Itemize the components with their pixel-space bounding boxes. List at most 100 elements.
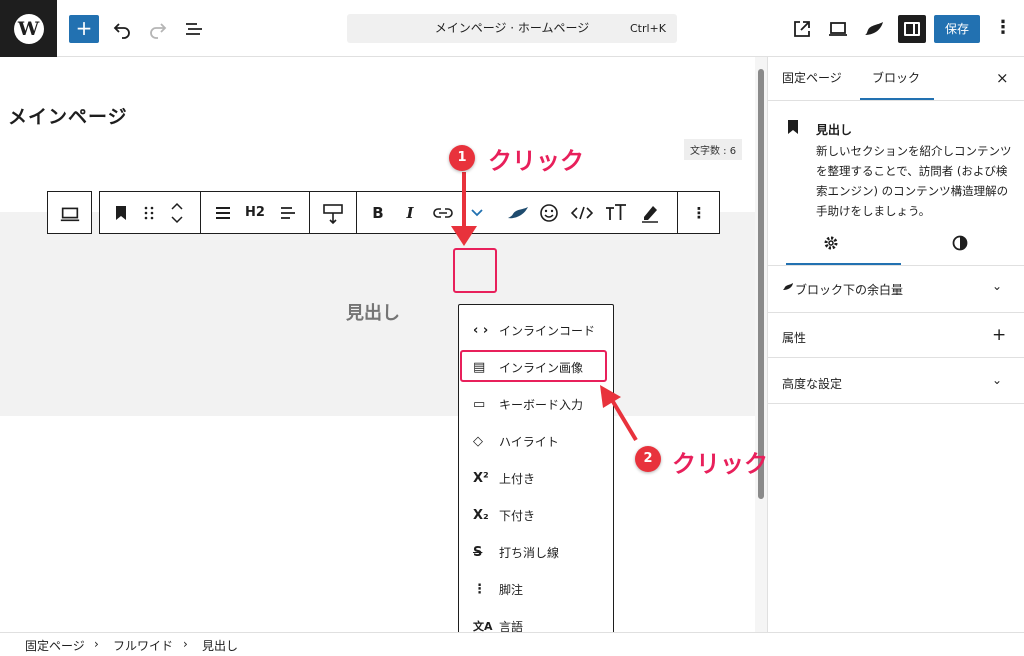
close-sidebar-button[interactable]: ×	[996, 69, 1009, 87]
divider	[768, 265, 1024, 266]
document-overview-icon[interactable]	[182, 17, 206, 41]
plugin-leaf-icon	[783, 283, 793, 290]
link-icon[interactable]	[430, 192, 456, 233]
breadcrumb: 固定ページ › フルワイド › 見出し	[0, 632, 1024, 656]
chevron-highlight-box	[453, 248, 497, 293]
highlight-pen-icon[interactable]	[636, 192, 664, 233]
dropdown-item-label: 打ち消し線	[499, 545, 560, 560]
dropdown-item-label: インラインコード	[499, 323, 596, 338]
block-toolbar: H2 B I ⋮	[99, 191, 720, 234]
superscript-icon: X²	[473, 470, 489, 486]
redo-icon[interactable]	[146, 17, 170, 41]
dropdown-item-label: キーボード入力	[499, 397, 584, 412]
dropdown-item-label: ハイライト	[499, 434, 559, 449]
parent-group-icon	[60, 207, 80, 222]
emoji-icon[interactable]	[536, 192, 562, 233]
chevron-down-icon: ⌄	[992, 373, 1003, 387]
code-brackets-icon: ‹ ›	[473, 322, 489, 338]
footnote-icon: ⋮	[473, 581, 486, 597]
step-1-badge: 1	[449, 145, 475, 171]
drag-handle-icon[interactable]	[140, 192, 158, 233]
strikethrough-icon: S	[473, 544, 483, 560]
breadcrumb-separator: ›	[183, 637, 188, 651]
move-up-down-icon[interactable]	[166, 192, 188, 233]
breadcrumb-item-heading[interactable]: 見出し	[202, 637, 238, 654]
dropdown-item-label: 脚注	[499, 582, 524, 597]
tab-block[interactable]: ブロック	[872, 57, 920, 100]
code-icon[interactable]	[568, 192, 596, 233]
align-icon[interactable]	[210, 192, 236, 233]
highlight-drop-icon: ◇	[473, 433, 483, 449]
divider	[768, 312, 1024, 313]
char-count-badge: 文字数 : 6	[684, 139, 743, 160]
dropdown-item-superscript[interactable]: X² 上付き	[473, 466, 535, 490]
subscript-icon: X₂	[473, 507, 489, 523]
italic-button[interactable]: I	[398, 192, 422, 233]
divider	[768, 403, 1024, 404]
breadcrumb-item-page[interactable]: 固定ページ	[25, 637, 85, 654]
step-2-badge: 2	[635, 446, 661, 472]
command-shortcut: Ctrl+K	[629, 22, 666, 35]
heading-level-button[interactable]: H2	[242, 192, 268, 233]
styles-contrast-icon[interactable]	[952, 235, 968, 251]
editor-header: W + メインページ · ホームページ Ctrl+K 保存 ⋮	[0, 0, 1024, 57]
options-menu-button[interactable]: ⋮	[994, 17, 1012, 38]
divider	[768, 100, 1024, 101]
step-2-label: クリック	[672, 450, 768, 478]
view-page-icon[interactable]	[790, 17, 814, 41]
undo-icon[interactable]	[110, 17, 134, 41]
step-1-label: クリック	[488, 147, 584, 175]
dropdown-item-footnote[interactable]: ⋮ 脚注	[473, 577, 523, 601]
dropdown-item-keyboard-input[interactable]: ▭ キーボード入力	[473, 392, 583, 416]
editor-canvas: メインページ 文字数 : 6 見出し	[0, 57, 755, 632]
block-card-description: 新しいセクションを紹介しコンテンツを整理することで、訪問者 (および検索エンジン…	[816, 144, 1012, 218]
toolbar-separator	[200, 192, 201, 233]
more-formats-chevron-icon[interactable]	[462, 192, 492, 233]
chevron-down-icon: ⌄	[992, 279, 1003, 293]
panel-label: 属性	[782, 331, 807, 345]
toolbar-separator	[356, 192, 357, 233]
scrollbar-thumb[interactable]	[758, 69, 764, 499]
settings-gear-icon[interactable]	[823, 235, 839, 251]
block-card-title: 見出し	[816, 123, 853, 137]
add-block-button[interactable]: +	[69, 15, 99, 43]
panel-label: ブロック下の余白量	[795, 283, 904, 297]
bold-button[interactable]: B	[366, 192, 390, 233]
inline-image-highlight-box	[460, 350, 607, 382]
save-button[interactable]: 保存	[934, 15, 980, 43]
dropdown-item-label: 下付き	[499, 508, 536, 523]
text-align-icon[interactable]	[276, 192, 300, 233]
block-height-icon[interactable]	[320, 192, 346, 233]
breadcrumb-separator: ›	[94, 637, 99, 651]
bookmark-icon[interactable]	[110, 192, 132, 233]
settings-panel-toggle-button[interactable]	[898, 15, 926, 43]
divider	[768, 357, 1024, 358]
dropdown-item-highlight[interactable]: ◇ ハイライト	[473, 429, 559, 453]
heading-block-text[interactable]: 見出し	[346, 299, 400, 325]
dropdown-item-subscript[interactable]: X₂ 下付き	[473, 503, 535, 527]
font-size-icon[interactable]	[602, 192, 630, 233]
toolbar-separator	[677, 192, 678, 233]
tab-page[interactable]: 固定ページ	[782, 57, 842, 100]
wordpress-logo-button[interactable]: W	[0, 0, 57, 57]
document-title: メインページ · ホームページ	[434, 21, 590, 35]
plugin-leaf-icon[interactable]	[862, 17, 886, 41]
dropdown-item-inline-code[interactable]: ‹ › インラインコード	[473, 318, 595, 342]
keyboard-icon: ▭	[473, 396, 486, 412]
wordpress-logo-icon: W	[13, 13, 44, 44]
bookmark-icon	[788, 120, 798, 134]
block-options-button[interactable]: ⋮	[686, 192, 712, 233]
plus-icon: +	[992, 325, 1007, 345]
page-title[interactable]: メインページ	[8, 102, 128, 129]
dropdown-item-strikethrough[interactable]: S 打ち消し線	[473, 540, 559, 564]
plugin-leaf-format-icon[interactable]	[504, 192, 532, 233]
command-palette-bar[interactable]: メインページ · ホームページ Ctrl+K	[347, 14, 677, 43]
canvas-scrollbar[interactable]	[755, 57, 767, 632]
toolbar-separator	[309, 192, 310, 233]
block-parent-selector[interactable]	[47, 191, 92, 234]
settings-sidebar: 固定ページ ブロック × 見出し 新しいセクションを紹介しコンテンツを整理するこ…	[767, 57, 1024, 632]
breadcrumb-item-fullwide[interactable]: フルワイド	[113, 637, 173, 654]
device-preview-icon[interactable]	[826, 17, 850, 41]
dropdown-item-label: 上付き	[499, 471, 536, 486]
panel-label: 高度な設定	[782, 377, 843, 391]
